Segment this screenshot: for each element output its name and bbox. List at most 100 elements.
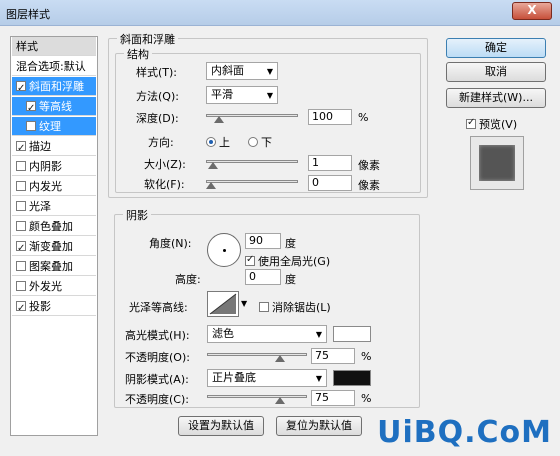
altitude-input[interactable]: 0 [245,269,281,285]
shading-title: 阴影 [123,207,151,223]
style-list-item[interactable]: 渐变叠加 [12,237,96,258]
close-button[interactable]: X [512,2,552,20]
checkbox-unchecked-icon[interactable] [16,221,26,231]
checkbox-unchecked-icon[interactable] [16,281,26,291]
depth-input[interactable]: 100 [308,109,352,125]
style-list-item[interactable]: 光泽 [12,197,96,216]
style-list-item[interactable]: 混合选项:默认 [12,57,96,76]
style-select[interactable]: 内斜面 ▼ [206,62,278,80]
slider-thumb[interactable] [274,355,285,362]
direction-up-radio[interactable]: 上 [206,134,230,150]
slider-thumb[interactable] [214,116,225,123]
depth-label: 深度(D): [136,112,179,125]
title-bar: 图层样式 X [0,0,560,26]
style-list: 样式 混合选项:默认斜面和浮雕等高线纹理描边内阴影内发光光泽颜色叠加渐变叠加图案… [10,36,98,436]
depth-slider[interactable] [206,108,298,123]
soften-input[interactable]: 0 [308,175,352,191]
angle-unit: 度 [285,237,296,250]
depth-value: 100 [312,110,333,123]
global-light-checkbox[interactable]: 使用全局光(G) [245,253,330,269]
style-list-item-label: 光泽 [29,200,51,213]
technique-select[interactable]: 平滑 ▼ [206,86,278,104]
shadow-opacity-slider[interactable] [207,389,307,404]
shadow-mode-label: 阴影模式(A): [125,373,189,386]
checkbox-unchecked-icon[interactable] [26,121,36,131]
angle-dial[interactable] [207,233,241,267]
style-list-item-label: 纹理 [39,120,61,133]
style-list-item[interactable]: 等高线 [12,97,96,118]
style-list-item-label: 内阴影 [29,160,62,173]
altitude-value: 0 [249,270,256,283]
shadow-opacity-input[interactable]: 75 [311,390,355,406]
size-input[interactable]: 1 [308,155,352,171]
gloss-contour-label: 光泽等高线: [129,301,188,314]
angle-input[interactable]: 90 [245,233,281,249]
size-slider[interactable] [206,154,298,169]
angle-value: 90 [249,234,263,247]
shadow-color-swatch[interactable] [333,370,371,386]
style-list-item-label: 外发光 [29,280,62,293]
checkbox-checked-icon[interactable] [16,239,26,258]
reset-default-button[interactable]: 复位为默认值 [276,416,362,436]
preview-checkbox[interactable]: 预览(V) [466,116,517,132]
style-list-item[interactable]: 图案叠加 [12,257,96,276]
altitude-unit: 度 [285,273,296,286]
checkbox-checked-icon[interactable] [26,99,36,118]
checkbox-checked-icon [245,254,255,266]
slider-thumb[interactable] [207,162,218,169]
make-default-button[interactable]: 设置为默认值 [178,416,264,436]
style-list-item-label: 内发光 [29,180,62,193]
window-title: 图层样式 [6,8,50,21]
technique-label: 方法(Q): [136,90,179,103]
preview-swatch [479,145,515,181]
angle-dial-center [223,249,226,252]
highlight-opacity-slider[interactable] [207,347,307,362]
size-value: 1 [312,156,319,169]
shadow-mode-select[interactable]: 正片叠底 ▼ [207,369,327,387]
anti-alias-checkbox[interactable]: 消除锯齿(L) [259,299,331,315]
global-light-label: 使用全局光(G) [258,255,331,268]
anti-alias-label: 消除锯齿(L) [272,301,331,314]
highlight-opacity-unit: % [361,350,372,363]
shadow-opacity-label: 不透明度(C): [125,393,189,406]
highlight-mode-select[interactable]: 滤色 ▼ [207,325,327,343]
gloss-contour-picker[interactable] [207,291,239,317]
style-list-item[interactable]: 斜面和浮雕 [12,77,96,98]
style-list-item[interactable]: 内阴影 [12,157,96,176]
direction-down-label: 下 [261,136,272,149]
style-list-item-label: 颜色叠加 [29,220,73,233]
style-list-item[interactable]: 投影 [12,297,96,318]
ok-button[interactable]: 确定 [446,38,546,58]
slider-thumb[interactable] [206,182,216,189]
dialog-body: 样式 混合选项:默认斜面和浮雕等高线纹理描边内阴影内发光光泽颜色叠加渐变叠加图案… [0,26,560,456]
style-list-item[interactable]: 描边 [12,137,96,158]
style-list-item[interactable]: 颜色叠加 [12,217,96,236]
checkbox-checked-icon[interactable] [16,139,26,158]
soften-slider[interactable] [206,174,298,189]
style-list-item-label: 投影 [29,300,51,313]
style-list-item[interactable]: 内发光 [12,177,96,196]
style-list-item[interactable]: 外发光 [12,277,96,296]
chevron-down-icon[interactable]: ▼ [241,299,247,308]
checkbox-unchecked-icon[interactable] [16,261,26,271]
direction-down-radio[interactable]: 下 [248,134,272,150]
structure-title: 结构 [124,46,152,62]
checkbox-checked-icon[interactable] [16,79,26,98]
style-list-item-label: 混合选项:默认 [16,60,86,73]
checkbox-unchecked-icon[interactable] [16,181,26,191]
cancel-button[interactable]: 取消 [446,62,546,82]
slider-thumb[interactable] [274,397,285,404]
size-unit: 像素 [358,159,380,172]
checkbox-unchecked-icon[interactable] [16,161,26,171]
depth-unit: % [358,111,369,124]
highlight-color-swatch[interactable] [333,326,371,342]
style-list-header[interactable]: 样式 [12,37,96,56]
highlight-opacity-input[interactable]: 75 [311,348,355,364]
style-list-item-label: 斜面和浮雕 [29,80,84,93]
new-style-button[interactable]: 新建样式(W)... [446,88,546,108]
style-list-item[interactable]: 纹理 [12,117,96,136]
shadow-opacity-unit: % [361,392,372,405]
checkbox-unchecked-icon[interactable] [16,201,26,211]
slider-track [206,160,298,163]
checkbox-checked-icon[interactable] [16,299,26,318]
